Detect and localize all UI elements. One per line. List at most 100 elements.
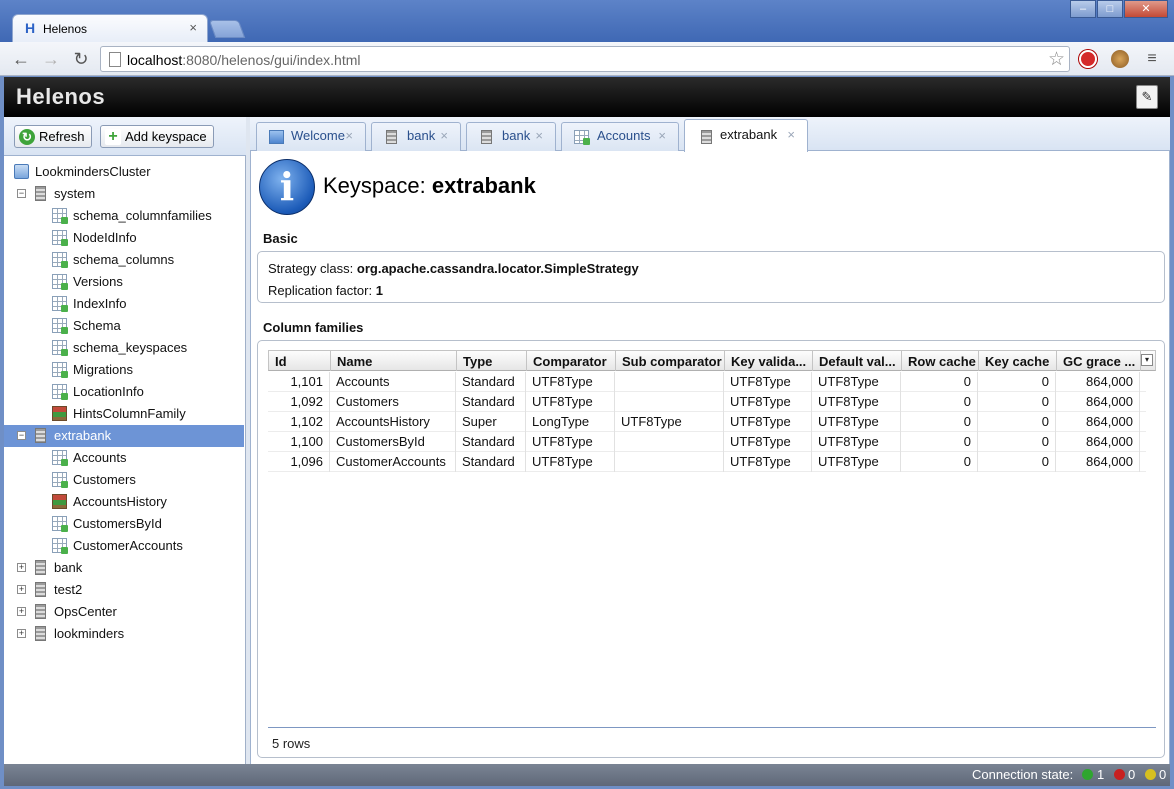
- tree-node-cf[interactable]: schema_columnfamilies: [4, 205, 244, 227]
- status-bar: Connection state: 1 0 0: [4, 764, 1170, 786]
- tab-close-icon[interactable]: ×: [345, 123, 353, 149]
- browser-tab[interactable]: H Helenos ×: [12, 14, 208, 42]
- tree-node-keyspace[interactable]: + OpsCenter: [4, 601, 244, 623]
- browser-titlebar: H Helenos × – □ ✕: [0, 0, 1174, 42]
- tree-node-cf[interactable]: Customers: [4, 469, 244, 491]
- tree-node-cf[interactable]: Schema: [4, 315, 244, 337]
- tree-node-cluster[interactable]: LookmindersCluster: [4, 161, 244, 183]
- tree-node-keyspace[interactable]: + lookminders: [4, 623, 244, 645]
- column-family-icon: [52, 362, 68, 378]
- window-controls: – □ ✕: [1069, 0, 1168, 20]
- column-header-gc-grace[interactable]: GC grace ...: [1057, 351, 1141, 371]
- column-header-type[interactable]: Type: [457, 351, 527, 371]
- cluster-toolbar: ↻ Refresh + Add keyspace: [4, 117, 246, 156]
- keyspace-icon: [35, 626, 46, 641]
- info-icon: i: [259, 159, 315, 215]
- status-yellow-icon: [1145, 769, 1156, 780]
- expand-icon[interactable]: +: [17, 585, 26, 594]
- forward-arrow-icon[interactable]: →: [40, 48, 62, 70]
- tree-node-keyspace-extrabank[interactable]: − extrabank: [4, 425, 244, 447]
- keyspace-icon: [386, 130, 397, 144]
- back-arrow-icon[interactable]: ←: [10, 48, 32, 70]
- table-row[interactable]: 1,102 AccountsHistory Super LongType UTF…: [268, 412, 1146, 432]
- settings-wrench-icon[interactable]: ✎: [1136, 85, 1158, 109]
- column-header-key-cache[interactable]: Key cache: [979, 351, 1057, 371]
- column-header-comparator[interactable]: Comparator: [527, 351, 616, 371]
- grid-footer: 5 rows: [268, 727, 1156, 757]
- tree-node-cf[interactable]: LocationInfo: [4, 381, 244, 403]
- column-header-default-validator[interactable]: Default val...: [813, 351, 902, 371]
- plus-icon: +: [105, 128, 121, 145]
- helenos-favicon-icon: H: [24, 20, 36, 36]
- column-header-name[interactable]: Name: [331, 351, 457, 371]
- tree-node-cf[interactable]: NodeIdInfo: [4, 227, 244, 249]
- tree-node-cf[interactable]: CustomerAccounts: [4, 535, 244, 557]
- expand-icon[interactable]: +: [17, 629, 26, 638]
- cookie-extension-icon[interactable]: [1111, 50, 1129, 68]
- collapse-icon[interactable]: −: [17, 189, 26, 198]
- tab-extrabank[interactable]: extrabank ×: [684, 119, 808, 152]
- keyspace-icon: [35, 428, 46, 443]
- tab-close-icon[interactable]: ×: [658, 123, 666, 149]
- tab-strip: Welcome × bank × bank × Accounts × extra…: [250, 117, 1170, 152]
- window-close-icon[interactable]: ✕: [1124, 0, 1168, 18]
- tree-node-cf[interactable]: schema_columns: [4, 249, 244, 271]
- add-keyspace-button[interactable]: + Add keyspace: [100, 125, 214, 148]
- basic-section-title: Basic: [263, 231, 298, 246]
- keyspace-icon: [35, 604, 46, 619]
- table-row[interactable]: 1,100 CustomersById Standard UTF8Type UT…: [268, 432, 1146, 452]
- tree-node-cf[interactable]: schema_keyspaces: [4, 337, 244, 359]
- column-header-sub-comparator[interactable]: Sub comparator: [616, 351, 725, 371]
- column-family-icon: [52, 516, 68, 532]
- tab-bank[interactable]: bank ×: [466, 122, 556, 151]
- keyspace-icon: [35, 560, 46, 575]
- tree-node-cf[interactable]: Migrations: [4, 359, 244, 381]
- tree-node-keyspace-system[interactable]: − system: [4, 183, 244, 205]
- bookmark-star-icon[interactable]: ☆: [1048, 48, 1065, 71]
- browser-tab-close-icon[interactable]: ×: [189, 20, 197, 35]
- tree-node-super-cf[interactable]: HintsColumnFamily: [4, 403, 244, 425]
- tab-bank[interactable]: bank ×: [371, 122, 461, 151]
- table-row[interactable]: 1,101 Accounts Standard UTF8Type UTF8Typ…: [268, 372, 1146, 392]
- expand-icon[interactable]: +: [17, 563, 26, 572]
- column-header-row-cache[interactable]: Row cache: [902, 351, 979, 371]
- maximize-icon[interactable]: □: [1097, 0, 1123, 18]
- tab-close-icon[interactable]: ×: [787, 120, 795, 150]
- tree-node-keyspace[interactable]: + bank: [4, 557, 244, 579]
- tree-node-cf[interactable]: Accounts: [4, 447, 244, 469]
- table-row[interactable]: 1,092 Customers Standard UTF8Type UTF8Ty…: [268, 392, 1146, 412]
- refresh-button[interactable]: ↻ Refresh: [14, 125, 92, 148]
- basic-fieldset: Strategy class: org.apache.cassandra.loc…: [257, 251, 1165, 303]
- address-bar[interactable]: localhost:8080/helenos/gui/index.html ☆: [100, 46, 1070, 72]
- column-family-icon: [52, 384, 68, 400]
- keyspace-icon: [35, 186, 46, 201]
- column-menu-icon[interactable]: ▾: [1141, 354, 1153, 366]
- column-family-icon: [52, 318, 68, 334]
- row-count: 5 rows: [272, 736, 311, 751]
- column-header-key-validator[interactable]: Key valida...: [725, 351, 813, 371]
- expand-icon[interactable]: +: [17, 607, 26, 616]
- cluster-panel: ↻ Refresh + Add keyspace LookmindersClus…: [4, 117, 246, 764]
- tab-close-icon[interactable]: ×: [440, 123, 448, 149]
- status-yellow-count: 0: [1159, 767, 1167, 782]
- new-tab-button[interactable]: [208, 20, 246, 38]
- tree-node-cf[interactable]: IndexInfo: [4, 293, 244, 315]
- tab-accounts[interactable]: Accounts ×: [561, 122, 679, 151]
- column-families-grid: Id Name Type Comparator Sub comparator K…: [268, 350, 1156, 730]
- adblock-extension-icon[interactable]: [1079, 50, 1097, 68]
- tree-node-super-cf[interactable]: AccountsHistory: [4, 491, 244, 513]
- tab-welcome[interactable]: Welcome ×: [256, 122, 366, 151]
- cluster-icon: [14, 164, 29, 179]
- collapse-icon[interactable]: −: [17, 431, 26, 440]
- tree-node-cf[interactable]: Versions: [4, 271, 244, 293]
- table-row[interactable]: 1,096 CustomerAccounts Standard UTF8Type…: [268, 452, 1146, 472]
- column-header-id[interactable]: Id: [269, 351, 331, 371]
- add-keyspace-label: Add keyspace: [125, 129, 207, 144]
- tab-close-icon[interactable]: ×: [535, 123, 543, 149]
- status-red-icon: [1114, 769, 1125, 780]
- tree-node-keyspace[interactable]: + test2: [4, 579, 244, 601]
- minimize-icon[interactable]: –: [1070, 0, 1096, 18]
- tree-node-cf[interactable]: CustomersById: [4, 513, 244, 535]
- chrome-menu-icon[interactable]: ≡: [1141, 48, 1163, 70]
- reload-icon[interactable]: ↻: [70, 48, 92, 70]
